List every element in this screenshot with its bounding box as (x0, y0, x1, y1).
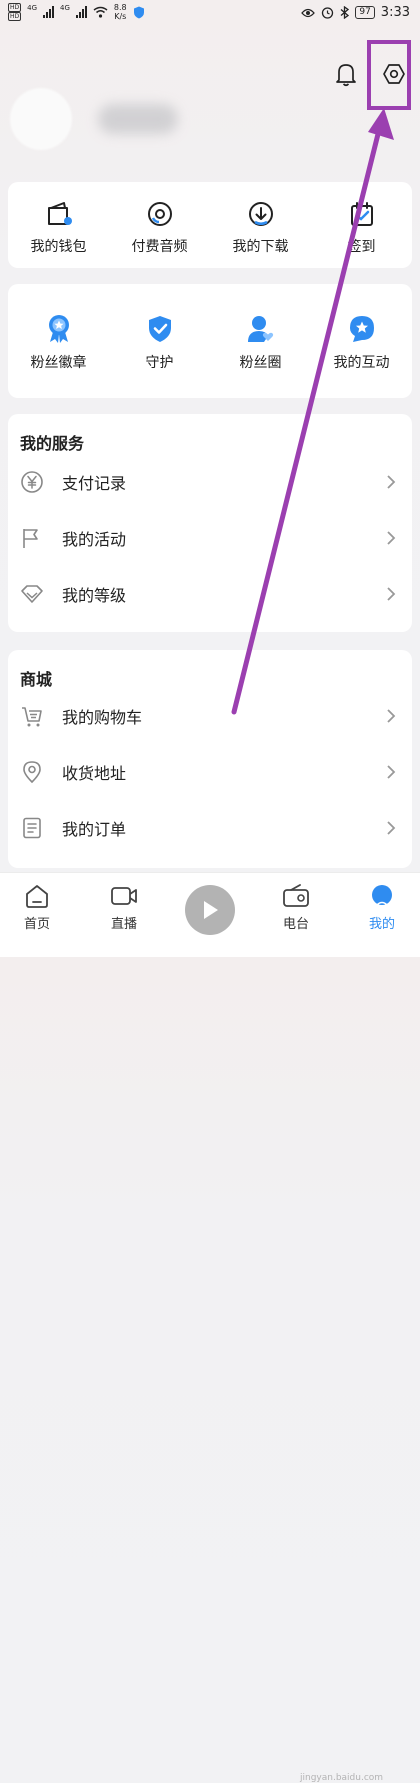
row-label: 我的等级 (62, 586, 127, 605)
flag-icon (23, 529, 38, 548)
shop-row-orders[interactable]: 我的订单 (8, 800, 412, 856)
hd-badges: HD HD (8, 3, 22, 21)
calendar-checkin-icon (350, 202, 373, 226)
row-label: 收货地址 (62, 764, 127, 783)
row-label: 我的购物车 (62, 708, 143, 727)
fan-actions-card: 粉丝徽章 守护 粉丝圈 我的互动 (8, 284, 412, 398)
tab-label: 首页 (23, 917, 50, 932)
badge-icon (48, 315, 69, 343)
tab-home[interactable]: 首页 (7, 883, 67, 932)
section-title: 我的服务 (20, 434, 85, 453)
service-row-activities[interactable]: 我的活动 (8, 510, 412, 566)
quick-actions-card: 我的钱包 付费音频 我的下载 签到 (8, 182, 412, 268)
avatar[interactable] (10, 88, 72, 150)
cart-icon (22, 707, 42, 727)
tab-label: 我的 (368, 917, 395, 932)
tab-mine[interactable]: 我的 (352, 883, 412, 932)
section-title: 商城 (20, 670, 53, 689)
services-card: 我的服务 支付记录 我的活动 我的等级 (8, 414, 412, 632)
fan-item-label: 粉丝圈 (239, 355, 282, 371)
row-label: 我的订单 (62, 820, 127, 839)
fan-item-interaction[interactable]: 我的互动 (311, 284, 412, 398)
shop-row-cart[interactable]: 我的购物车 (8, 688, 412, 744)
radio-icon (283, 884, 309, 907)
chevron-right-icon (387, 765, 396, 779)
quick-item-label: 我的下载 (232, 239, 289, 255)
tab-live[interactable]: 直播 (94, 883, 154, 932)
network-speed: 8.8 K/s (113, 3, 127, 21)
quick-item-label: 付费音频 (131, 239, 188, 255)
wifi-icon (93, 6, 108, 18)
bell-icon (336, 64, 356, 87)
chevron-right-icon (387, 587, 396, 601)
settings-icon (383, 64, 405, 84)
fan-item-guard[interactable]: 守护 (109, 284, 210, 398)
bluetooth-icon (340, 6, 350, 19)
live-icon (111, 887, 137, 905)
wallet-icon (47, 202, 72, 225)
profile-icon (372, 885, 392, 906)
header-actions (332, 60, 408, 88)
chevron-right-icon (387, 709, 396, 723)
home-icon (26, 885, 48, 908)
play-button[interactable] (185, 885, 235, 935)
service-row-level[interactable]: 我的等级 (8, 566, 412, 622)
row-label: 支付记录 (62, 474, 127, 493)
fan-item-fan-circle[interactable]: 粉丝圈 (210, 284, 311, 398)
notification-button[interactable] (332, 60, 360, 88)
network-type: 4G (27, 4, 38, 12)
location-icon (23, 761, 41, 784)
watermark: jingyan.baidu.com (300, 1773, 384, 1783)
order-icon (23, 817, 41, 839)
status-bar: HD HD 4G 4G 8.8 K/s 97 3:33 (0, 0, 420, 28)
tab-label: 直播 (110, 917, 137, 932)
chevron-right-icon (387, 531, 396, 545)
quick-item-checkin[interactable]: 签到 (311, 182, 412, 268)
signal-icon (75, 6, 87, 18)
play-icon (204, 901, 218, 919)
settings-button[interactable] (380, 60, 408, 88)
clock: 3:33 (380, 5, 410, 20)
alarm-icon (322, 7, 334, 19)
fan-circle-icon (247, 316, 273, 342)
username-blurred (98, 104, 178, 134)
app-shield-icon (133, 6, 144, 18)
fan-item-label: 我的互动 (333, 355, 390, 371)
fan-item-badge[interactable]: 粉丝徽章 (8, 284, 109, 398)
signal-icon (43, 6, 55, 18)
quick-item-downloads[interactable]: 我的下载 (210, 182, 311, 268)
tab-label: 电台 (282, 917, 309, 932)
yuan-icon (21, 471, 43, 493)
diamond-icon (21, 585, 43, 603)
quick-item-paid-audio[interactable]: 付费音频 (109, 182, 210, 268)
fan-item-label: 守护 (145, 355, 174, 371)
battery-level: 97 (355, 6, 375, 19)
quick-item-label: 签到 (347, 239, 376, 255)
download-icon (248, 202, 273, 226)
quick-item-wallet[interactable]: 我的钱包 (8, 182, 109, 268)
disc-icon (147, 202, 172, 226)
quick-item-label: 我的钱包 (30, 239, 87, 255)
tab-radio[interactable]: 电台 (266, 883, 326, 932)
row-label: 我的活动 (62, 530, 127, 549)
eye-icon (301, 8, 316, 17)
shop-row-address[interactable]: 收货地址 (8, 744, 412, 800)
chevron-right-icon (387, 821, 396, 835)
hd-badge: HD (8, 3, 22, 12)
interaction-icon (349, 316, 374, 342)
bottom-tab-bar: 首页 直播 电台 我的 jingyan.baidu.com (0, 872, 420, 1783)
chevron-right-icon (387, 475, 396, 489)
service-row-payment[interactable]: 支付记录 (8, 454, 412, 510)
network-type: 4G (60, 4, 70, 12)
shield-icon (148, 316, 171, 342)
shop-card: 商城 我的购物车 收货地址 我的订单 (8, 650, 412, 868)
profile-header[interactable] (10, 88, 340, 150)
fan-item-label: 粉丝徽章 (30, 355, 87, 371)
hd-badge: HD (8, 12, 22, 21)
